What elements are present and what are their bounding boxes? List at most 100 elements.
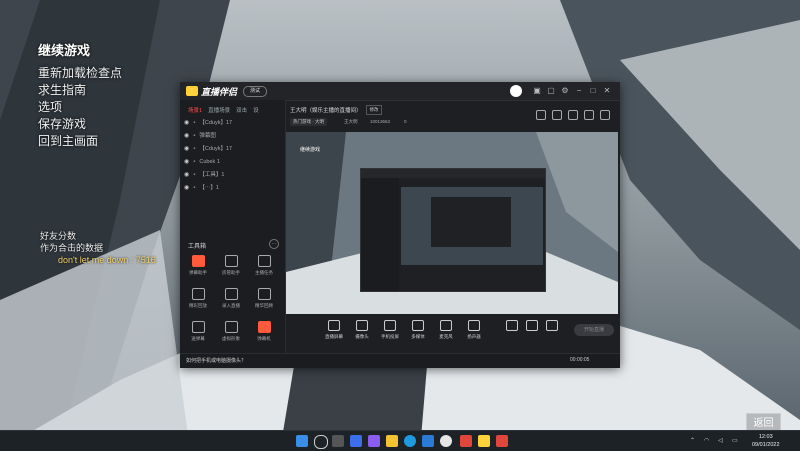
clock-time: 12:03 bbox=[758, 434, 773, 440]
screen-capture-button[interactable]: 直播屏幕 bbox=[320, 320, 348, 340]
tool-host-task[interactable]: 主播任务 bbox=[252, 255, 276, 281]
media-button[interactable]: 多媒体 bbox=[404, 320, 432, 340]
version-badge[interactable]: 测试 bbox=[243, 86, 267, 97]
logo-icon bbox=[186, 86, 198, 96]
tab-scene-1[interactable]: 场景1 bbox=[188, 106, 202, 114]
tab-settings[interactable]: 设 bbox=[253, 106, 259, 114]
tool-danmu-machine[interactable]: 弹幕机 bbox=[252, 321, 276, 347]
volume-icon[interactable]: ◁ bbox=[718, 437, 723, 444]
tool-room-manager[interactable]: 房管助手 bbox=[219, 255, 243, 281]
nested-titlebar bbox=[361, 169, 545, 178]
anchor-name: 王大明 bbox=[344, 119, 358, 124]
lock-icon[interactable]: ▪ bbox=[193, 118, 195, 129]
eye-icon[interactable]: ◉ bbox=[184, 183, 189, 194]
close-icon[interactable]: ✕ bbox=[602, 86, 612, 96]
edit-room-button[interactable]: 修改 bbox=[366, 105, 382, 115]
eye-icon[interactable]: ◉ bbox=[184, 118, 189, 129]
chat-icon[interactable] bbox=[368, 435, 380, 447]
friend-scores-subheader: 作为合击的数据 bbox=[40, 243, 104, 253]
speaker-icon bbox=[468, 320, 480, 331]
room-title: 王大明（娱乐主播的直播间） bbox=[290, 108, 362, 114]
menu-continue-game[interactable]: 继续游戏 bbox=[38, 40, 122, 59]
edge-icon[interactable] bbox=[404, 435, 416, 447]
menu-save-game[interactable]: 保存游戏 bbox=[38, 116, 122, 133]
lock-icon[interactable]: ▪ bbox=[193, 183, 195, 194]
chevron-up-icon[interactable]: ⌃ bbox=[690, 437, 695, 444]
wifi-icon[interactable]: ◠ bbox=[704, 437, 709, 444]
toolbox-title: 工具箱 bbox=[188, 244, 207, 250]
share-icon[interactable] bbox=[536, 110, 546, 120]
battery-icon[interactable]: ▭ bbox=[732, 437, 738, 444]
layer-item[interactable]: ◉ ▪ 【工具】1 bbox=[184, 170, 279, 181]
maximize-icon[interactable]: □ bbox=[588, 86, 598, 96]
phone-icon bbox=[384, 320, 396, 331]
tab-live-scene[interactable]: 直播场景 bbox=[208, 106, 230, 114]
menu-options[interactable]: 选项 bbox=[38, 99, 122, 116]
tool-avatar[interactable]: 虚拟形象 bbox=[219, 321, 243, 347]
phone-cast-button[interactable]: 手机投屏 bbox=[376, 320, 404, 340]
nested-preview bbox=[401, 187, 543, 265]
widgets-icon[interactable] bbox=[350, 435, 362, 447]
gift-icon[interactable]: ▣ bbox=[532, 86, 542, 96]
tool-replay[interactable]: 精彩回放 bbox=[186, 288, 210, 314]
app-icon[interactable] bbox=[460, 435, 472, 447]
eye-icon[interactable]: ◉ bbox=[184, 144, 189, 155]
settings-icon[interactable]: ⚙ bbox=[560, 86, 570, 96]
clock-date: 09/01/2022 bbox=[752, 442, 780, 448]
link-icon[interactable] bbox=[600, 110, 610, 120]
friend-score-row: don't let me down : 7516 bbox=[58, 255, 156, 265]
app-icon[interactable] bbox=[496, 435, 508, 447]
eye-icon[interactable]: ◉ bbox=[184, 131, 189, 142]
more-icon[interactable]: ⋯ bbox=[269, 239, 279, 249]
microphone-button[interactable]: 麦克风 bbox=[432, 320, 460, 340]
lock-icon[interactable]: ▪ bbox=[193, 170, 195, 181]
category-chip[interactable]: 热门游戏 · 大明 bbox=[290, 118, 327, 126]
speaker-button[interactable]: 扬声器 bbox=[460, 320, 488, 340]
eye-icon[interactable]: ◉ bbox=[184, 157, 189, 168]
room-id: 10013663 bbox=[370, 119, 391, 124]
list-icon[interactable] bbox=[568, 110, 578, 120]
message-icon[interactable]: ▢ bbox=[546, 86, 556, 96]
start-icon[interactable] bbox=[296, 435, 308, 447]
bell-icon[interactable] bbox=[584, 110, 594, 120]
lock-icon[interactable]: ▪ bbox=[193, 157, 195, 168]
lock-icon[interactable]: ▪ bbox=[193, 144, 195, 155]
tab-double[interactable]: 双击 bbox=[236, 106, 247, 114]
replay-icon bbox=[191, 288, 205, 300]
tool-send-danmu[interactable]: 送弹幕 bbox=[186, 321, 210, 347]
menu-reload-checkpoint[interactable]: 重新加载检查点 bbox=[38, 65, 122, 82]
search-icon[interactable] bbox=[314, 435, 328, 449]
tool-record[interactable]: 录入直播 bbox=[219, 288, 243, 314]
menu-main-screen[interactable]: 回到主画面 bbox=[38, 133, 122, 150]
settings-button[interactable] bbox=[538, 320, 566, 334]
task-view-icon[interactable] bbox=[332, 435, 344, 447]
user-icon bbox=[224, 255, 238, 267]
lock-icon[interactable] bbox=[552, 110, 562, 120]
layer-item[interactable]: ◉ ▪ 【Cduyk】17 bbox=[184, 118, 279, 129]
store-icon[interactable] bbox=[422, 435, 434, 447]
help-tip-link[interactable]: 如何把手机或电脑摄像头？ bbox=[186, 357, 246, 364]
layer-item[interactable]: ◉ ▪ Cubek 1 bbox=[184, 157, 279, 168]
start-live-button[interactable]: 开始直播 bbox=[574, 324, 614, 336]
stream-preview[interactable]: 继续游戏 bbox=[286, 132, 618, 314]
layer-item[interactable]: ◉ ▪ 弹幕图 bbox=[184, 131, 279, 142]
minimize-icon[interactable]: − bbox=[574, 86, 584, 96]
eye-icon[interactable]: ◉ bbox=[184, 170, 189, 181]
tool-danmu-helper[interactable]: 弹幕助手 bbox=[186, 255, 210, 281]
media-icon bbox=[412, 320, 424, 331]
live-companion-icon[interactable] bbox=[478, 435, 490, 447]
system-clock[interactable]: 12:03 09/01/2022 bbox=[752, 433, 780, 449]
tool-highlights[interactable]: 精华回顾 bbox=[252, 288, 276, 314]
layer-item[interactable]: ◉ ▪ 【⋯】1 bbox=[184, 183, 279, 194]
eye-icon bbox=[526, 320, 538, 331]
file-explorer-icon[interactable] bbox=[386, 435, 398, 447]
microphone-icon bbox=[440, 320, 452, 331]
camera-button[interactable]: 摄像头 bbox=[348, 320, 376, 340]
alien-icon[interactable] bbox=[440, 435, 452, 447]
live-duration: 00:00:05 bbox=[570, 357, 590, 363]
layer-item[interactable]: ◉ ▪ 【Cduyk】17 bbox=[184, 144, 279, 155]
lock-icon[interactable]: ▪ bbox=[193, 131, 195, 142]
monitor-icon bbox=[328, 320, 340, 331]
menu-survival-guide[interactable]: 求生指南 bbox=[38, 82, 122, 99]
avatar[interactable] bbox=[510, 85, 522, 97]
